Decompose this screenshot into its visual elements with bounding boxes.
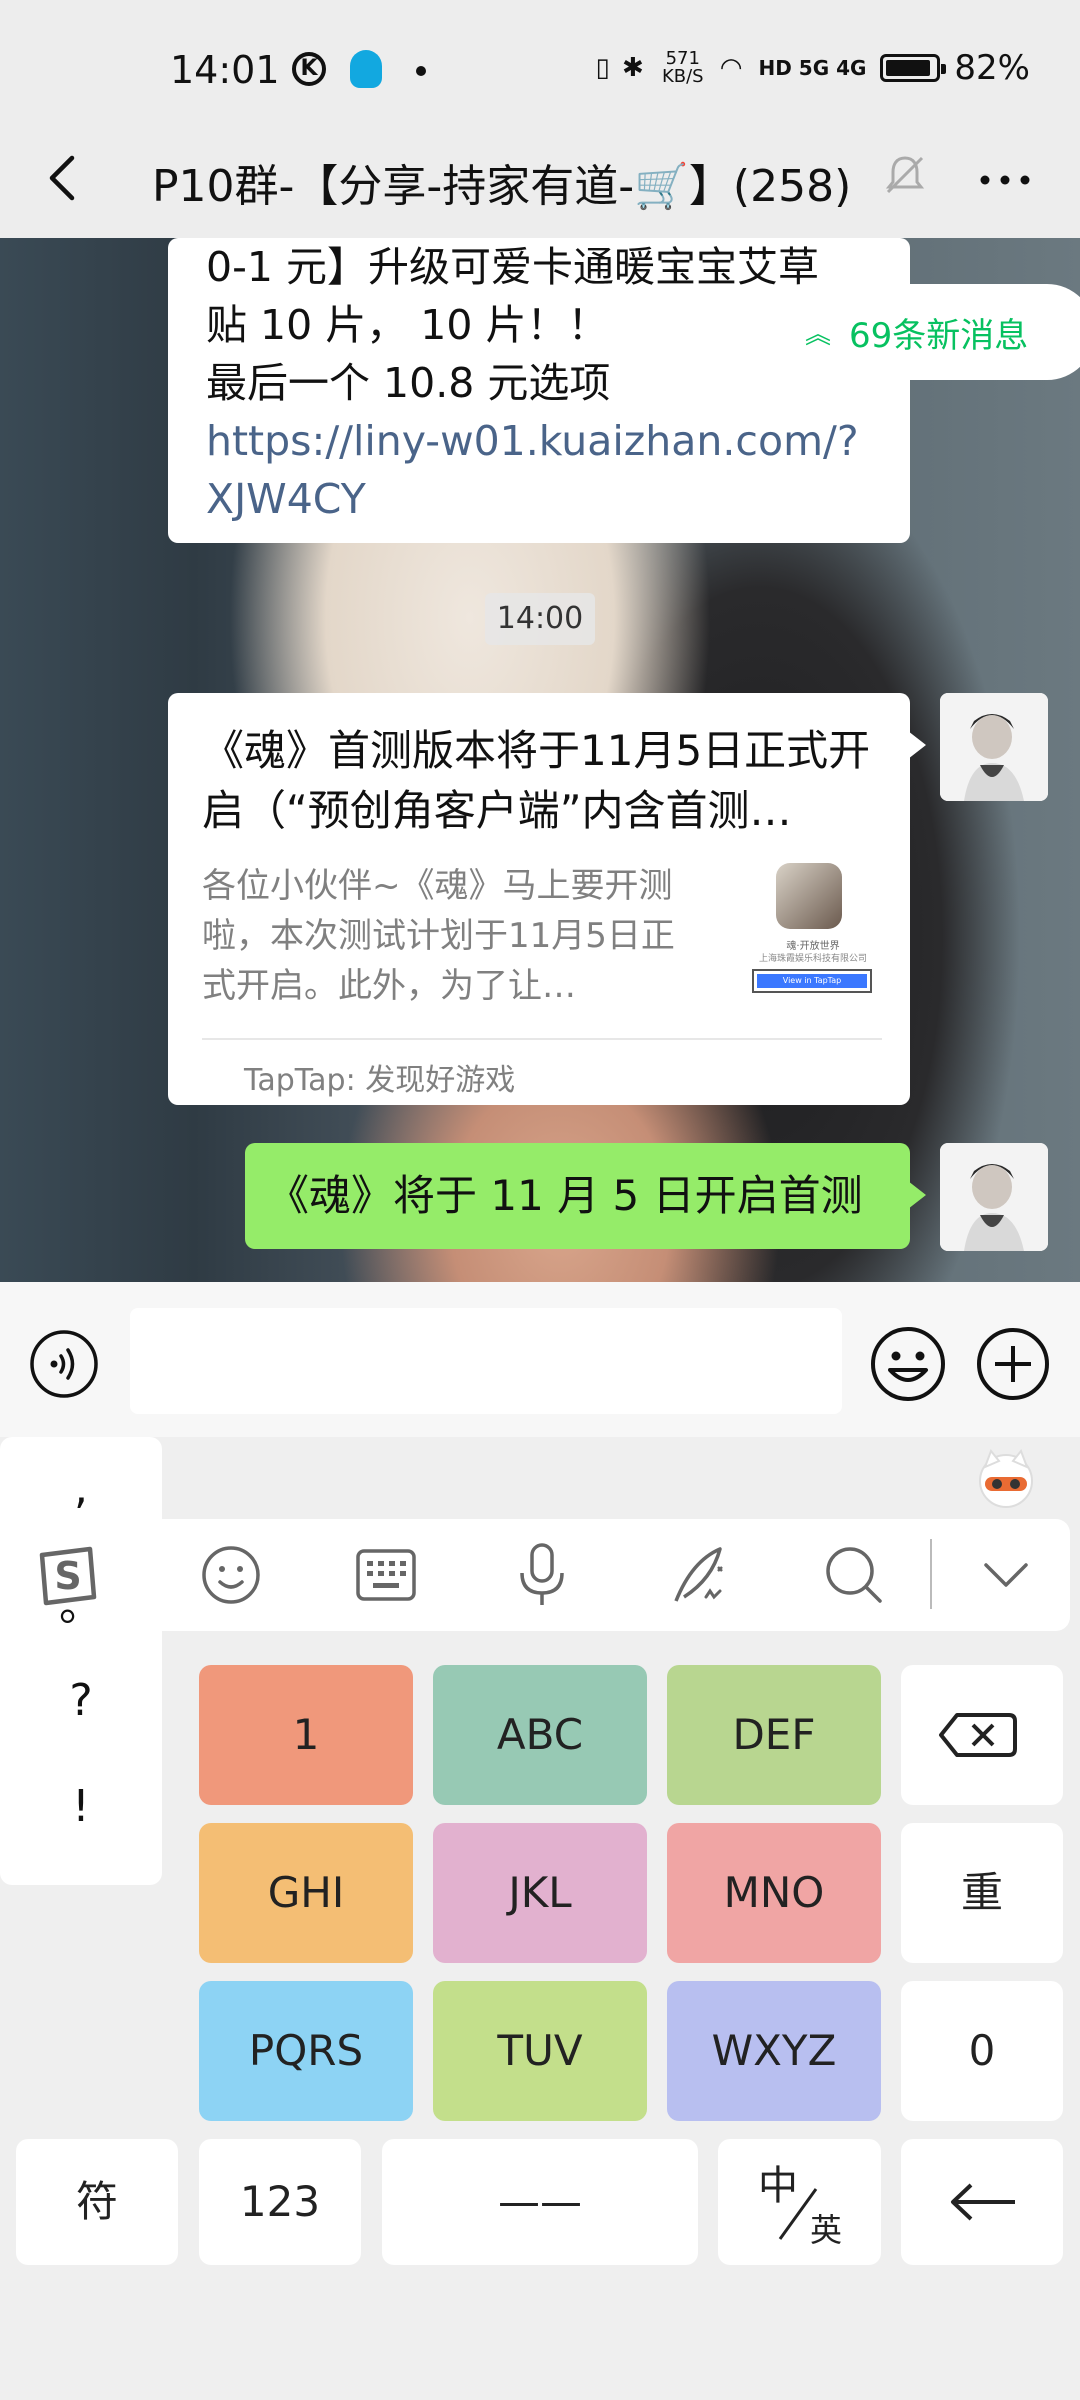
lang-en: 英 (810, 2211, 843, 2249)
key-symbols[interactable]: 符 (16, 2139, 178, 2265)
chat-title: P10群-【分享-持家有道-🛒】(258) (152, 161, 852, 212)
key-123[interactable]: 123 (199, 2139, 361, 2265)
punctuation-column[interactable]: , 。 ? ! (0, 1437, 162, 1885)
keyboard-layout-icon[interactable] (350, 1539, 422, 1611)
key-pqrs[interactable]: PQRS (199, 1981, 413, 2121)
voice-input-icon[interactable] (28, 1328, 100, 1400)
punct-question[interactable]: ? (0, 1675, 162, 1726)
sent-message-bubble[interactable]: 《魂》将于 11 月 5 日开启首测 (245, 1143, 926, 1249)
notification-dot-icon (416, 66, 426, 76)
key-jkl[interactable]: JKL (433, 1823, 647, 1963)
key-tuv[interactable]: TUV (433, 1981, 647, 2121)
status-right: ▯ ✱ 571 KB/S ◠ HD 5G 4G 82% (595, 48, 1030, 88)
more-options-icon[interactable] (970, 150, 1040, 210)
slash-icon (778, 2188, 818, 2240)
card-thumbnail: 魂·开放世界 上海珠霞娱乐科技有限公司 View in TapTap (738, 863, 888, 1003)
key-abc[interactable]: ABC (433, 1665, 647, 1805)
card-description: 各位小伙伴~《魂》马上要开测啦，本次测试计划于11月5日正式开启。此外，为了让… (202, 866, 675, 1006)
backspace-key[interactable] (901, 1665, 1063, 1805)
key-0[interactable]: 0 (901, 1981, 1063, 2121)
input-bar (0, 1282, 1080, 1437)
new-messages-button[interactable]: ︽ 69条新消息 (755, 284, 1080, 380)
thumb-company: 上海珠霞娱乐科技有限公司 (758, 954, 867, 964)
keyboard-mascot-icon[interactable] (975, 1447, 1037, 1509)
thumb-button-frame: View in TapTap (752, 969, 872, 993)
status-bar: 14:01 K ▯ ✱ 571 KB/S ◠ HD 5G 4G 82% (0, 0, 1080, 140)
avatar-photo (940, 1143, 1048, 1251)
game-app-icon (776, 863, 842, 929)
key-wxyz[interactable]: WXYZ (667, 1981, 881, 2121)
network-speed: 571 KB/S (661, 48, 704, 87)
new-messages-label: 69条新消息 (849, 315, 1029, 356)
thumb-caption: 魂·开放世界 (786, 941, 840, 952)
enter-key[interactable] (901, 2139, 1063, 2265)
signal-info: HD 5G 4G (758, 56, 867, 80)
punct-exclaim[interactable]: ! (0, 1781, 162, 1832)
chat-area[interactable]: 0-1 元】升级可爱卡通暖宝宝艾草 贴 10 片， 10 片！！ 最后一个 10… (0, 238, 1080, 1282)
plus-icon[interactable] (975, 1326, 1051, 1402)
message-input[interactable] (130, 1308, 842, 1414)
key-def[interactable]: DEF (667, 1665, 881, 1805)
vibrate-bluetooth-icon: ▯ ✱ (595, 53, 646, 83)
keyboard: S , 。 ? ! 1 ABC DEF GHI JKL MNO PQRS TUV… (0, 1437, 1080, 2400)
k-app-icon: K (292, 52, 326, 86)
avatar-photo (940, 693, 1048, 801)
thumb-button: View in TapTap (757, 974, 867, 988)
backspace-icon (939, 1713, 1017, 1757)
key-1[interactable]: 1 (199, 1665, 413, 1805)
space-key[interactable]: —— (382, 2139, 698, 2265)
keyboard-toolbar: S (10, 1519, 1070, 1631)
mute-bell-icon (885, 156, 925, 194)
punct-comma[interactable]: , (0, 1463, 162, 1514)
key-mno[interactable]: MNO (667, 1823, 881, 1963)
message-link[interactable]: https://liny-w01.kuaizhan.com/?XJW4CY (206, 412, 876, 528)
key-chong[interactable]: 重 (901, 1823, 1063, 1963)
link-card-message[interactable]: 《魂》首测版本将于11月5日正式开启（“预创角客户端”内含首测… 各位小伙伴~《… (168, 693, 926, 1105)
emoji-icon[interactable] (868, 1324, 948, 1404)
battery-icon (880, 54, 947, 82)
status-time: 14:01 (170, 48, 280, 92)
emoji-icon[interactable] (195, 1539, 267, 1611)
avatar[interactable] (940, 693, 1048, 801)
arrow-left-icon (951, 2183, 1015, 2221)
search-icon[interactable] (818, 1539, 890, 1611)
divider (202, 1038, 882, 1040)
lang-switch-key[interactable]: 中 英 (718, 2139, 881, 2265)
handwriting-icon[interactable] (662, 1539, 734, 1611)
double-chevron-up-icon: ︽ (805, 319, 832, 350)
collapse-keyboard-icon[interactable] (970, 1539, 1042, 1611)
chat-header: P10群-【分享-持家有道-🛒】(258) (0, 120, 1080, 238)
avatar[interactable] (940, 1143, 1048, 1251)
microphone-icon[interactable] (506, 1539, 578, 1611)
timestamp: 14:00 (485, 593, 595, 645)
wifi-icon: ◠ (719, 53, 745, 83)
key-ghi[interactable]: GHI (199, 1823, 413, 1963)
card-source: TapTap: 发现好游戏 (244, 1063, 516, 1098)
toolbar-divider (930, 1539, 932, 1609)
message-line: 0-1 元】升级可爱卡通暖宝宝艾草 (206, 243, 819, 291)
battery-percent: 82% (954, 48, 1030, 88)
back-arrow-icon[interactable] (36, 148, 96, 208)
card-title: 《魂》首测版本将于11月5日正式开启（“预创角客户端”内含首测… (202, 726, 871, 835)
punct-period[interactable]: 。 (0, 1569, 162, 1633)
qq-icon (350, 50, 382, 88)
